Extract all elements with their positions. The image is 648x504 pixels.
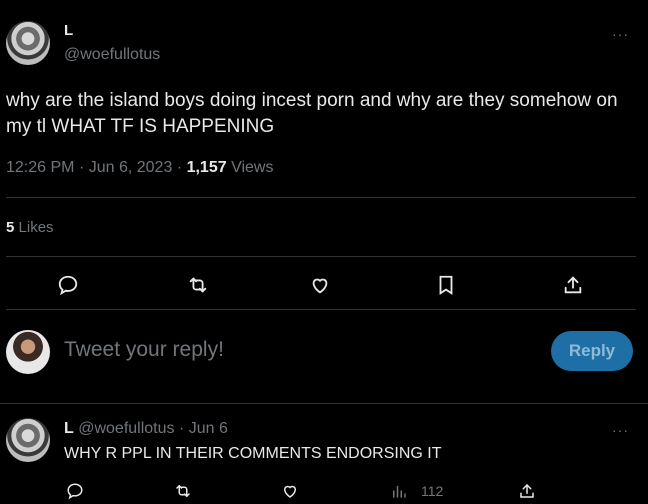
reply-header: L @woefullotus · Jun 6 [64, 420, 228, 438]
reply-author-name[interactable]: L [64, 420, 74, 437]
reply-date[interactable]: Jun 6 [189, 420, 228, 437]
divider [6, 309, 636, 310]
reply-views-count: 112 [421, 483, 444, 499]
likes-count: 5 [6, 219, 15, 236]
views-label: Views [231, 159, 274, 176]
reply-comment-icon[interactable] [62, 478, 88, 504]
tweet-text: why are the island boys doing incest por… [6, 90, 618, 137]
divider [0, 403, 648, 404]
reply-text: WHY R PPL IN THEIR COMMENTS ENDORSING IT [64, 445, 442, 462]
meta-separator: · [176, 159, 187, 176]
reply-more-options-icon[interactable]: ··· [612, 422, 629, 438]
reply-retweet-icon[interactable] [170, 478, 196, 504]
views-count: 1,157 [186, 159, 227, 176]
comment-icon[interactable] [55, 272, 81, 298]
reply-input[interactable]: Tweet your reply! [64, 338, 224, 362]
meta-separator: · [78, 159, 89, 176]
reply-author-avatar[interactable] [6, 418, 50, 462]
tweet-time[interactable]: 12:26 PM [6, 159, 74, 176]
reply-views-icon[interactable] [386, 478, 412, 504]
likes-row[interactable]: 5 Likes [6, 219, 54, 236]
reply-heart-icon[interactable] [277, 478, 303, 504]
likes-label: Likes [18, 219, 54, 236]
heart-icon[interactable] [307, 272, 333, 298]
tweet-meta: 12:26 PM · Jun 6, 2023 · 1,157 Views [6, 159, 273, 177]
divider [6, 197, 636, 198]
bookmark-icon[interactable] [433, 272, 459, 298]
author-avatar[interactable] [6, 21, 50, 65]
reply-button[interactable]: Reply [551, 331, 633, 371]
more-options-icon[interactable]: ··· [612, 26, 629, 42]
meta-separator: · [178, 420, 189, 437]
share-icon[interactable] [560, 272, 586, 298]
reply-author-handle[interactable]: @woefullotus [78, 420, 174, 437]
retweet-icon[interactable] [185, 272, 211, 298]
tweet-date[interactable]: Jun 6, 2023 [89, 159, 173, 176]
author-name[interactable]: L [64, 22, 73, 39]
author-handle[interactable]: @woefullotus [64, 46, 160, 64]
reply-share-icon[interactable] [514, 478, 540, 504]
divider [6, 256, 636, 257]
current-user-avatar[interactable] [6, 330, 50, 374]
